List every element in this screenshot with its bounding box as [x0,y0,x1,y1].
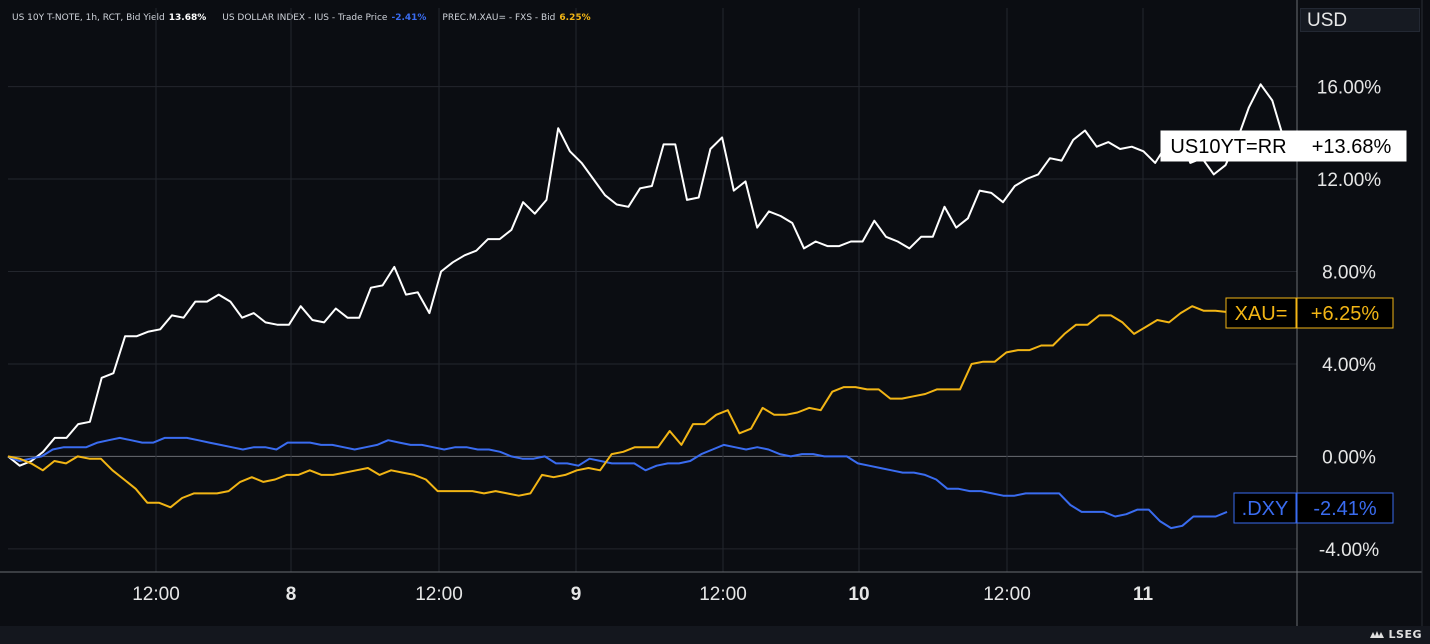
series-value-text-xau: +6.25% [1311,303,1380,325]
line-chart[interactable]: 16.00% 12.00% 8.00% 4.00% 0.00% -4.00% 12:00 8… [0,0,1430,626]
brand-logo: LSEG [1369,628,1422,641]
series-line-2 [7,305,1228,509]
grid-lines [8,8,1297,572]
x-tick-label: 11 [1133,584,1154,605]
x-tick-label: 12:00 [415,584,463,605]
brand-label: LSEG [1388,628,1422,641]
y-tick-label: 8.00% [1322,263,1376,284]
series-line-1 [7,436,1228,530]
series-lines [7,83,1285,530]
series-name-text-xau: XAU= [1235,303,1288,325]
y-tick-label: 4.00% [1322,355,1376,376]
x-tick-label: 12:00 [699,584,747,605]
x-tick-label: 10 [848,584,869,605]
series-name-text-dxy: .DXY [1242,498,1289,520]
y-tick-label: 12.00% [1317,170,1382,191]
series-line-0 [7,83,1285,467]
lseg-logo-icon [1369,630,1384,638]
x-tick-label: 9 [571,584,582,605]
x-tick-label: 8 [286,584,297,605]
x-tick-label: 12:00 [132,584,180,605]
x-tick-label: 12:00 [983,584,1031,605]
series-value-text-us10y: +13.68% [1312,136,1392,158]
y-tick-label: 0.00% [1322,447,1376,468]
chart-window: US 10Y T-NOTE, 1h, RCT, Bid Yield 13.68%… [0,0,1430,644]
y-tick-label: 16.00% [1317,78,1382,99]
axes [0,0,1423,626]
series-name-text-us10y: US10YT=RR [1170,136,1286,158]
series-value-text-dxy: -2.41% [1313,498,1377,520]
y-tick-label: -4.00% [1319,540,1379,561]
x-axis-labels: 12:00 8 12:00 9 12:00 10 12:00 11 [132,584,1153,605]
footer-bar [0,626,1430,644]
